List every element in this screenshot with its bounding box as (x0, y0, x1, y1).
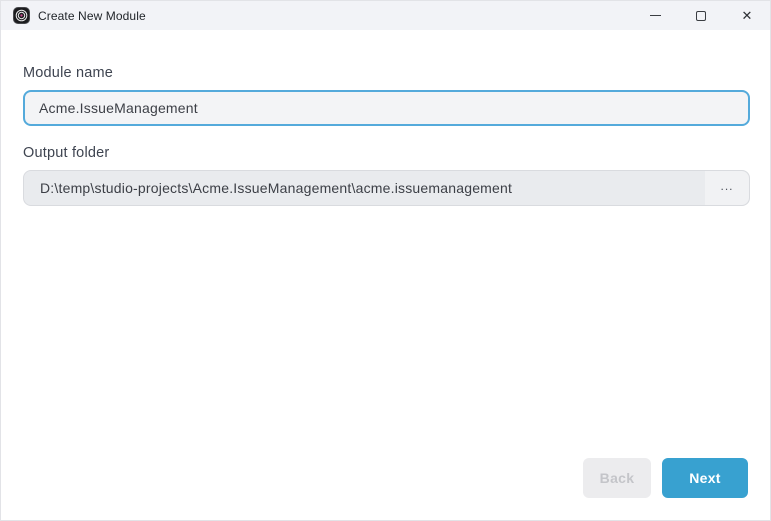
module-name-label: Module name (23, 65, 748, 81)
output-folder-input[interactable] (24, 171, 705, 205)
titlebar: Create New Module ✕ (1, 1, 770, 30)
module-name-input[interactable] (23, 90, 750, 126)
wizard-actions: Back Next (583, 458, 748, 498)
app-logo-icon (13, 7, 30, 24)
window-title: Create New Module (38, 9, 146, 23)
maximize-button[interactable] (678, 1, 724, 30)
minimize-button[interactable] (632, 1, 678, 30)
back-button[interactable]: Back (583, 458, 651, 498)
close-icon: ✕ (742, 9, 753, 22)
browse-button[interactable]: ... (705, 171, 749, 205)
output-folder-field: ... (23, 170, 750, 206)
output-folder-label: Output folder (23, 145, 748, 161)
window-controls: ✕ (632, 1, 770, 30)
create-new-module-window: Create New Module ✕ Module name Output f… (0, 0, 771, 521)
minimize-icon (650, 15, 661, 16)
next-button[interactable]: Next (662, 458, 748, 498)
dialog-content: Module name Output folder ... Back Next (1, 30, 770, 206)
maximize-icon (696, 11, 706, 21)
close-button[interactable]: ✕ (724, 1, 770, 30)
